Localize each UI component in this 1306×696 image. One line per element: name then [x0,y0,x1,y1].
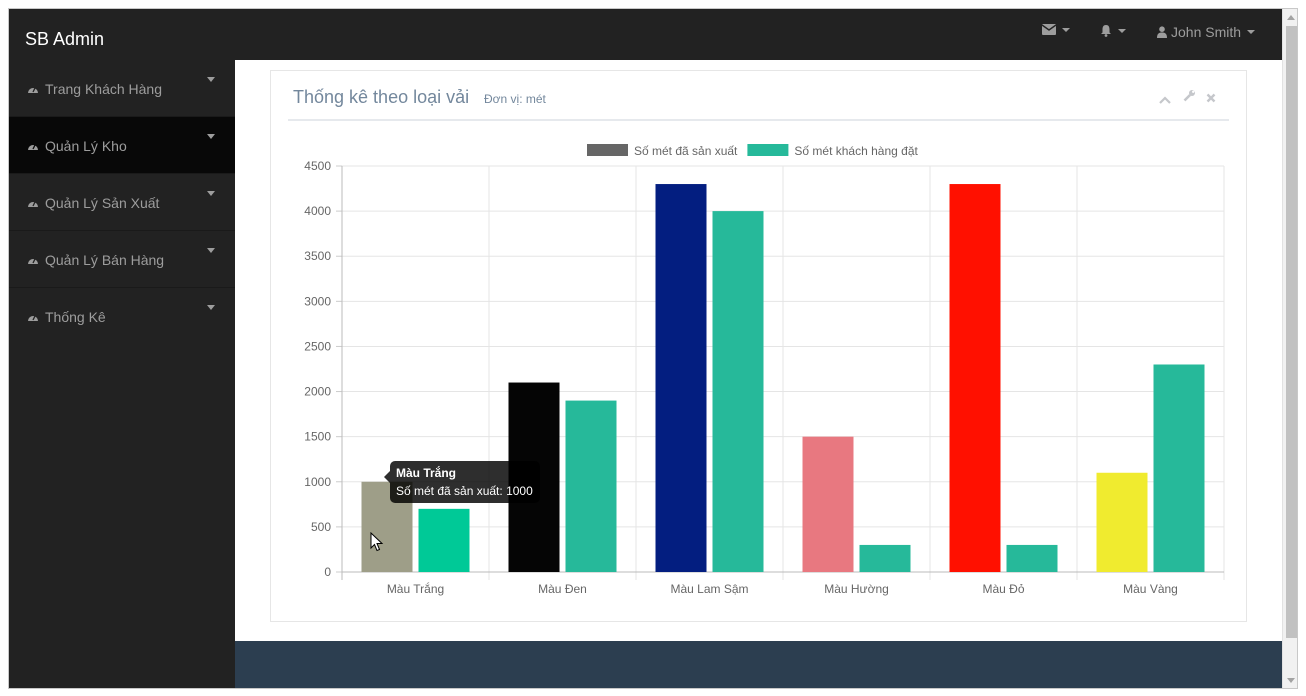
chevron-down-icon [1247,30,1256,34]
y-tick-label: 4500 [304,159,331,173]
y-tick-label: 2500 [304,339,331,353]
user-icon [1157,26,1167,38]
legend-swatch [747,144,789,156]
bar-chart: 0 500 1000 1500 2000 2500 3000 3500 4000 4500 Màu … [304,144,1225,596]
scroll-down-arrow-icon[interactable] [1287,678,1295,683]
top-navbar: SB Admin John Smith [9,9,1282,60]
y-tick-label: 3500 [304,249,331,263]
dashboard-icon [28,257,38,264]
bar[interactable] [1006,544,1058,572]
x-tick-label: Màu Hường [824,582,889,596]
mouse-cursor-icon [370,532,384,552]
bar[interactable] [712,211,764,572]
main-content: Thống kê theo loại vải Đơn vị: mét 0 500 1… [235,60,1282,641]
footer [235,641,1282,688]
sidebar-item-label: Trang Khách Hàng [45,81,162,97]
sidebar-item-label: Thống Kê [45,309,106,325]
legend-label: Số mét đã sản xuất [634,144,738,158]
user-name: John Smith [1171,24,1242,40]
legend-label: Số mét khách hàng đặt [794,144,918,158]
bar[interactable] [949,184,1001,572]
sidebar-item-customer-page[interactable]: Trang Khách Hàng [9,60,235,117]
sidebar-item-label: Quản Lý Sản Xuất [45,195,160,211]
y-tick-label: 3000 [304,294,331,308]
bar[interactable] [565,400,617,572]
scroll-up-arrow-icon[interactable] [1287,15,1295,20]
chevron-down-icon [207,305,215,310]
scrollbar-thumb[interactable] [1286,26,1297,638]
sidebar-item-sales[interactable]: Quản Lý Bán Hàng [9,231,235,288]
chevron-down-icon [207,134,215,139]
browser-viewport: SB Admin John Smith Trang Khách Hàng Quả… [8,8,1298,689]
sidebar-item-production[interactable]: Quản Lý Sản Xuất [9,174,235,231]
dashboard-icon [28,314,38,321]
bar[interactable] [1153,364,1205,572]
chevron-down-icon [1118,28,1126,33]
chevron-down-icon [207,191,215,196]
y-tick-label: 2000 [304,385,331,399]
brand-logo[interactable]: SB Admin [25,29,104,50]
bar[interactable] [655,184,707,572]
chevron-down-icon [207,248,215,253]
dashboard-icon [28,86,38,93]
dashboard-icon [28,143,38,150]
bar[interactable] [802,436,854,572]
tooltip-body: Số mét đã sản xuất: 1000 [396,484,533,498]
bar[interactable] [859,544,911,572]
y-tick-label: 1000 [304,475,331,489]
user-dropdown[interactable]: John Smith [1157,24,1256,40]
y-tick-label: 0 [324,565,331,579]
x-tick-label: Màu Lam Sậm [670,582,748,596]
y-tick-label: 1500 [304,430,331,444]
bar[interactable] [418,508,470,572]
x-tick-label: Màu Đen [538,582,587,596]
sidebar-item-statistics[interactable]: Thống Kê [9,288,235,345]
sidebar: Trang Khách Hàng Quản Lý Kho Quản Lý Sản… [9,60,235,688]
tooltip-title: Màu Trắng [396,466,457,480]
legend-swatch [587,144,628,156]
sidebar-item-label: Quản Lý Kho [45,138,127,154]
bell-icon [1101,25,1111,37]
envelope-icon [1042,24,1056,35]
y-tick-label: 4000 [304,204,331,218]
vertical-scrollbar[interactable] [1282,9,1297,688]
bar[interactable] [1096,472,1148,572]
sidebar-item-warehouse[interactable]: Quản Lý Kho [9,117,235,174]
y-tick-label: 500 [311,520,331,534]
x-tick-label: Màu Đỏ [982,582,1024,596]
chevron-down-icon [207,77,215,82]
chart-tooltip: Màu Trắng Số mét đã sản xuất: 1000 [384,461,540,503]
sidebar-item-label: Quản Lý Bán Hàng [45,252,165,268]
x-tick-label: Màu Vàng [1123,582,1178,596]
x-tick-label: Màu Trắng [387,581,444,596]
alerts-dropdown[interactable] [1100,24,1126,37]
messages-dropdown[interactable] [1042,24,1070,35]
chevron-down-icon [1062,27,1070,32]
dashboard-icon [28,200,38,207]
